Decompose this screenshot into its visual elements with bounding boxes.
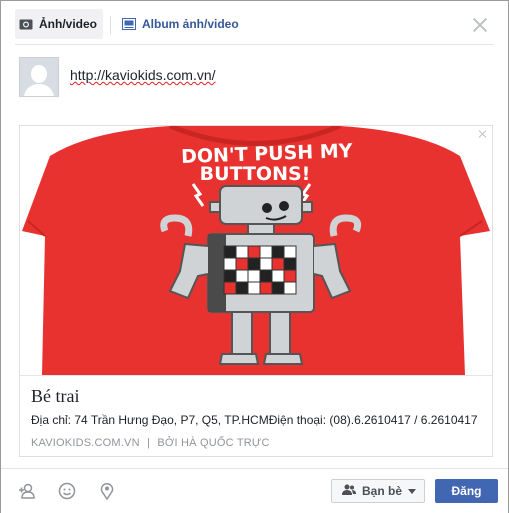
link-preview-text[interactable]: Bé trai Địa chỉ: 74 Trần Hưng Đạo, P7, Q… [20, 375, 492, 457]
feeling-emoji-icon[interactable] [58, 482, 76, 500]
tag-friends-icon[interactable] [18, 482, 36, 500]
tab-album-label: Album ảnh/video [142, 17, 239, 31]
link-preview-provider: BỞI HÀ QUỐC TRỰC [157, 437, 270, 449]
location-pin-icon[interactable] [98, 482, 116, 501]
avatar [19, 57, 59, 97]
friends-icon [342, 484, 356, 498]
link-preview-image[interactable]: DON'T PUSH MY BUTTONS! [20, 126, 492, 375]
close-icon[interactable] [470, 15, 490, 35]
status-input[interactable]: http://kaviokids.com.vn/ [70, 67, 216, 83]
tabs-divider [15, 44, 494, 45]
chevron-down-icon [408, 488, 417, 494]
link-preview-separator: | [147, 437, 151, 449]
tab-photo-video-label: Ảnh/video [39, 17, 98, 31]
tab-photo-video[interactable]: Ảnh/video [15, 9, 103, 39]
tab-divider [110, 16, 111, 34]
album-icon [122, 18, 136, 30]
camera-icon [19, 18, 33, 30]
audience-selector-button[interactable]: Bạn bè [331, 479, 425, 503]
link-preview-domain: KAVIOKIDS.COM.VN [31, 437, 140, 449]
link-preview-card[interactable]: DON'T PUSH MY BUTTONS! Bé trai Địa chỉ: … [19, 125, 493, 457]
composer-footer: Bạn bè Đăng [1, 468, 508, 513]
composer-tabs: Ảnh/video Album ảnh/video [1, 1, 508, 45]
audience-label: Bạn bè [362, 484, 403, 498]
post-composer: Ảnh/video Album ảnh/video http://kavioki… [0, 0, 509, 513]
post-button[interactable]: Đăng [435, 479, 498, 503]
shirt-text-line2: BUTTONS! [200, 163, 311, 185]
link-preview-description: Địa chỉ: 74 Trần Hưng Đạo, P7, Q5, TP.HC… [31, 413, 478, 427]
remove-preview-icon[interactable] [478, 129, 488, 139]
link-preview-title: Bé trai [31, 386, 80, 406]
link-preview-meta: KAVIOKIDS.COM.VN | BỞI HÀ QUỐC TRỰC [31, 437, 270, 449]
tab-album[interactable]: Album ảnh/video [122, 9, 239, 39]
